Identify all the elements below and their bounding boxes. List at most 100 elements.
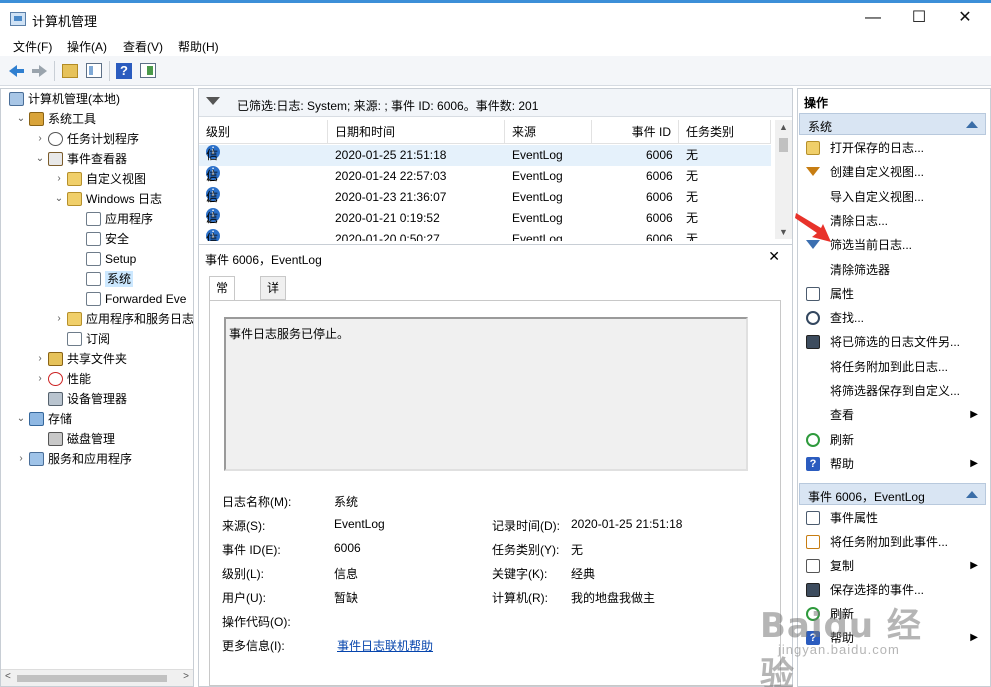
action-item[interactable]: 复制 ▶	[798, 554, 988, 578]
close-icon[interactable]: ✕	[768, 248, 780, 265]
action-item[interactable]: 事件属性	[798, 506, 988, 530]
tree-subscriptions[interactable]: 订阅	[67, 329, 110, 349]
level-value: 信息	[334, 567, 359, 581]
tree-disk-management[interactable]: 磁盘管理	[48, 429, 115, 449]
close-button[interactable]: ✕	[942, 3, 988, 34]
expand-icon[interactable]: ›	[34, 369, 46, 389]
open-log-icon	[806, 141, 820, 155]
tree-log-setup[interactable]: Setup	[86, 249, 136, 269]
tree-log-application[interactable]: 应用程序	[86, 209, 153, 229]
tree-log-security[interactable]: 安全	[86, 229, 129, 249]
tree-storage[interactable]: ⌄ 存储	[17, 409, 72, 429]
table-row[interactable]: i信息 2020-01-25 21:51:18 EventLog 6006 无	[199, 145, 771, 183]
tab-details[interactable]: 详细信息	[260, 276, 287, 361]
menu-file[interactable]: 文件(F)	[13, 38, 52, 55]
scroll-down-icon[interactable]: ▼	[779, 227, 788, 237]
collapse-icon[interactable]	[966, 121, 978, 128]
column-level[interactable]: 级别	[199, 120, 328, 144]
maximize-button[interactable]: ☐	[896, 3, 942, 34]
action-item[interactable]: 查看 ▶	[798, 403, 988, 427]
collapse-icon[interactable]: ⌄	[15, 409, 27, 429]
table-vertical-scrollbar[interactable]: ▲ ▼	[775, 120, 792, 239]
tree-app-service-logs[interactable]: › 应用程序和服务日志	[57, 309, 193, 329]
log-icon	[86, 232, 101, 246]
tree-log-forwarded[interactable]: Forwarded Eve	[86, 289, 186, 309]
expand-icon[interactable]: ›	[53, 169, 65, 189]
section-event[interactable]: 事件 6006，EventLog	[799, 483, 986, 505]
tree-task-scheduler[interactable]: › 任务计划程序	[38, 129, 139, 149]
scroll-left-icon[interactable]: <	[5, 671, 11, 682]
tree-custom-views[interactable]: › 自定义视图	[57, 169, 146, 189]
menu-bar: 文件(F) 操作(A) 查看(V) 帮助(H)	[0, 34, 991, 56]
tree-root[interactable]: 计算机管理(本地)	[9, 89, 120, 109]
tree-event-viewer[interactable]: ⌄ 事件查看器	[36, 149, 127, 169]
event-description[interactable]: 事件日志服务已停止。	[224, 317, 748, 471]
scroll-up-icon[interactable]: ▲	[779, 122, 788, 132]
more-info-link[interactable]: 事件日志联机帮助	[337, 637, 433, 654]
tree-horizontal-scrollbar[interactable]: < >	[1, 669, 193, 686]
action-label: 将已筛选的日志文件另...	[830, 335, 961, 350]
column-source[interactable]: 来源	[505, 120, 592, 144]
action-label: 将任务附加到此日志...	[830, 359, 949, 374]
action-item[interactable]: 查找...	[798, 306, 988, 330]
column-datetime[interactable]: 日期和时间	[328, 120, 505, 144]
up-folder-icon[interactable]	[62, 64, 78, 78]
tree-device-manager[interactable]: 设备管理器	[48, 389, 127, 409]
properties-icon[interactable]	[86, 63, 102, 78]
back-icon[interactable]	[8, 62, 26, 80]
collapse-icon[interactable]: ⌄	[34, 149, 46, 169]
menu-view[interactable]: 查看(V)	[123, 38, 163, 55]
table-row[interactable]: i信息 2020-01-21 0:19:52 EventLog 6006 无	[199, 208, 771, 241]
baidu-watermark: Baidu 经验 jingyan.baidu.com	[760, 598, 940, 687]
show-hide-icon[interactable]	[140, 63, 156, 78]
menu-action[interactable]: 操作(A)	[67, 38, 107, 55]
menu-help[interactable]: 帮助(H)	[178, 38, 219, 55]
tools-icon	[29, 112, 44, 126]
action-label: 将筛选器保存到自定义...	[830, 384, 961, 398]
tree-performance[interactable]: › 性能	[38, 369, 91, 389]
collapse-icon[interactable]: ⌄	[15, 109, 27, 129]
tab-general[interactable]: 常规	[209, 276, 236, 317]
help-icon[interactable]: ?	[116, 63, 132, 79]
action-item[interactable]: 创建自定义视图...	[798, 160, 988, 184]
table-row[interactable]: i信息 2020-01-24 22:57:03 EventLog 6006 无	[199, 166, 771, 204]
action-item[interactable]: 将筛选器保存到自定义...	[798, 379, 988, 403]
action-label: 清除日志...	[830, 213, 889, 228]
storage-icon	[29, 412, 44, 426]
submenu-arrow-icon: ▶	[970, 632, 978, 643]
action-item[interactable]: 打开保存的日志...	[798, 136, 988, 160]
window-title: 计算机管理	[32, 14, 98, 29]
tree-shared-folders[interactable]: › 共享文件夹	[38, 349, 127, 369]
table-row[interactable]: i信息 2020-01-23 21:36:07 EventLog 6006 无	[199, 187, 771, 225]
expand-icon[interactable]: ›	[34, 129, 46, 149]
task-category-value: 无	[571, 543, 584, 557]
expand-icon[interactable]: ›	[34, 349, 46, 369]
action-item[interactable]: 清除筛选器	[798, 258, 988, 282]
collapse-icon[interactable]: ⌄	[53, 189, 65, 209]
column-task-category[interactable]: 任务类别	[679, 120, 771, 144]
minimize-button[interactable]: —	[850, 3, 896, 34]
tree-log-system[interactable]: 系统	[86, 269, 134, 289]
scrollbar-thumb[interactable]	[17, 675, 167, 682]
expand-icon[interactable]: ›	[15, 449, 27, 469]
forward-icon[interactable]	[30, 62, 48, 80]
tree-system-tools[interactable]: ⌄ 系统工具	[17, 109, 96, 129]
collapse-icon[interactable]	[966, 491, 978, 498]
toolbar-separator	[109, 61, 110, 81]
action-item[interactable]: 属性	[798, 282, 988, 306]
action-item[interactable]: 将任务附加到此日志...	[798, 355, 988, 379]
scroll-right-icon[interactable]: >	[183, 671, 189, 682]
scrollbar-thumb[interactable]	[779, 138, 788, 152]
tree-windows-logs[interactable]: ⌄ Windows 日志	[55, 189, 162, 209]
action-item[interactable]: 导入自定义视图...	[798, 185, 988, 209]
action-label: 将任务附加到此事件...	[830, 535, 949, 549]
section-system[interactable]: 系统	[799, 113, 986, 135]
action-item[interactable]: 刷新	[798, 428, 988, 452]
tree-services-apps[interactable]: › 服务和应用程序	[19, 449, 132, 469]
expand-icon[interactable]: ›	[53, 309, 65, 329]
table-row[interactable]: i信息 2020-01-20 0:50:27 EventLog 6006 无	[199, 229, 771, 241]
column-event-id[interactable]: 事件 ID	[592, 120, 679, 144]
action-item[interactable]: 将已筛选的日志文件另...	[798, 330, 988, 354]
action-item[interactable]: ? 帮助 ▶	[798, 452, 988, 476]
action-item[interactable]: 将任务附加到此事件...	[798, 530, 988, 554]
